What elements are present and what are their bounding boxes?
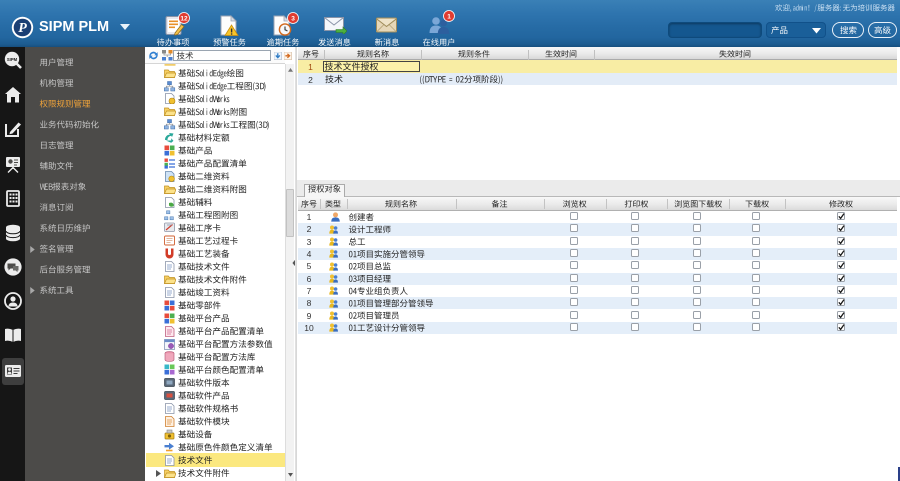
svg-text:1: 1 bbox=[447, 13, 451, 20]
svg-text:12: 12 bbox=[180, 15, 188, 22]
svg-text:P: P bbox=[18, 21, 27, 36]
svg-text:SIPM: SIPM bbox=[7, 57, 18, 62]
svg-text:3: 3 bbox=[291, 15, 295, 22]
